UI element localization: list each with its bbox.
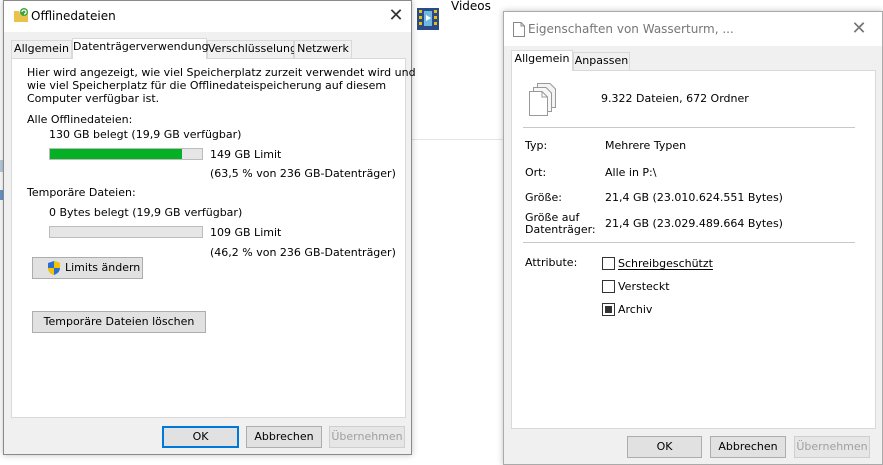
tab-encryption[interactable]: Verschlüsselung — [207, 40, 297, 58]
type-value: Mehrere Typen — [605, 139, 687, 152]
type-label: Typ: — [525, 139, 548, 152]
tab-disk-usage[interactable]: Datenträgerverwendung — [72, 38, 209, 59]
temp-files-percent: (46,2 % von 236 GB-Datenträger) — [210, 246, 396, 259]
apply-button[interactable]: Übernehmen — [794, 436, 870, 458]
offline-files-dialog: Offlinedateien ✕ Allgemein Datenträgerve… — [3, 0, 416, 455]
all-files-heading: Alle Offlinedateien: — [27, 113, 133, 126]
tab-strip: Allgemein Datenträgerverwendung Verschlü… — [11, 38, 406, 59]
change-limits-label: Limits ändern — [65, 261, 141, 274]
uac-shield-icon — [47, 261, 61, 275]
title-bar[interactable]: Eigenschaften von Wasserturm, ... ✕ — [504, 12, 882, 46]
change-limits-button[interactable]: Limits ändern — [32, 257, 143, 279]
temp-files-usage-bar — [49, 226, 203, 238]
ok-button[interactable]: OK — [162, 426, 239, 448]
offline-files-icon — [13, 7, 29, 23]
properties-dialog: Eigenschaften von Wasserturm, ... ✕ Allg… — [503, 11, 883, 465]
location-label: Ort: — [525, 166, 547, 179]
tab-strip: Allgemein Anpassen — [511, 50, 876, 71]
separator — [523, 127, 855, 128]
multiple-files-icon — [527, 83, 557, 117]
readonly-label[interactable]: Schreibgeschützt — [618, 257, 713, 270]
location-value: Alle in P:\ — [605, 166, 657, 179]
indeterminate-mark — [605, 306, 612, 313]
all-files-usage-bar — [49, 148, 203, 160]
archive-label[interactable]: Archiv — [618, 303, 652, 316]
cancel-button[interactable]: Abbrechen — [246, 426, 322, 448]
separator — [523, 242, 855, 243]
videos-folder-label[interactable]: Videos — [451, 0, 491, 13]
background-divider — [412, 139, 504, 140]
tab-network[interactable]: Netzwerk — [294, 40, 352, 58]
temp-files-heading: Temporäre Dateien: — [27, 186, 136, 199]
archive-checkbox[interactable] — [602, 303, 615, 316]
delete-temp-files-button[interactable]: Temporäre Dateien löschen — [32, 311, 206, 333]
dialog-title: Offlinedateien — [31, 9, 116, 23]
tab-panel: 9.322 Dateien, 672 Ordner Typ: Mehrere T… — [511, 70, 876, 429]
close-icon[interactable]: ✕ — [381, 3, 411, 29]
tab-panel: Hier wird angezeigt, wie viel Speicherpl… — [11, 58, 416, 418]
title-bar[interactable]: Offlinedateien ✕ — [4, 1, 411, 32]
hidden-checkbox[interactable] — [602, 280, 615, 293]
file-count-summary: 9.322 Dateien, 672 Ordner — [601, 92, 749, 105]
ok-button[interactable]: OK — [627, 436, 702, 458]
tab-general[interactable]: Allgemein — [511, 50, 573, 71]
apply-button[interactable]: Übernehmen — [329, 426, 405, 448]
close-icon[interactable]: ✕ — [844, 16, 874, 42]
description-line: Hier wird angezeigt, wie viel Speicherpl… — [27, 66, 416, 79]
temp-files-used: 0 Bytes belegt (19,9 GB verfügbar) — [49, 206, 243, 219]
cancel-button[interactable]: Abbrechen — [710, 436, 786, 458]
all-files-used: 130 GB belegt (19,9 GB verfügbar) — [49, 128, 242, 141]
temp-files-limit: 109 GB Limit — [210, 226, 282, 239]
size-value: 21,4 GB (23.010.624.551 Bytes) — [605, 191, 783, 204]
size-on-disk-label: Datenträger: — [525, 223, 596, 236]
hidden-label[interactable]: Versteckt — [618, 280, 670, 293]
description-line: wie viel Speicherplatz für die Offlineda… — [27, 79, 387, 92]
attributes-label: Attribute: — [525, 256, 578, 269]
description-line: Computer verfügbar ist. — [27, 92, 160, 105]
all-files-limit: 149 GB Limit — [210, 148, 282, 161]
dialog-title: Eigenschaften von Wasserturm, ... — [528, 22, 734, 36]
size-on-disk-value: 21,4 GB (23.029.489.664 Bytes) — [605, 217, 783, 230]
all-files-usage-fill — [50, 149, 183, 159]
document-icon — [513, 22, 525, 37]
all-files-percent: (63,5 % von 236 GB-Datenträger) — [210, 167, 396, 180]
tab-customize[interactable]: Anpassen — [573, 52, 630, 70]
size-label: Größe: — [525, 191, 562, 204]
tab-general[interactable]: Allgemein — [11, 40, 72, 58]
video-folder-icon[interactable] — [416, 6, 440, 32]
readonly-checkbox[interactable] — [602, 257, 615, 270]
